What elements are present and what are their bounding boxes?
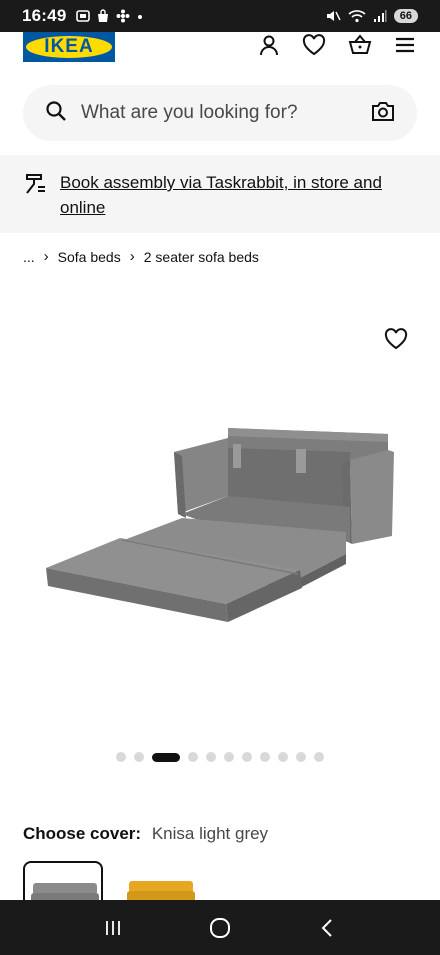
gallery-dot[interactable]: [188, 752, 198, 762]
gallery-dot[interactable]: [296, 752, 306, 762]
gallery-dot[interactable]: [278, 752, 288, 762]
gallery-dot[interactable]: [224, 752, 234, 762]
screenshot-icon: [76, 10, 91, 22]
breadcrumb-sofa-beds[interactable]: Sofa beds: [58, 249, 121, 265]
ikea-logo[interactable]: IKEA: [23, 32, 115, 62]
sofa-bed-image: [46, 428, 394, 622]
cover-value: Knisa light grey: [151, 824, 269, 843]
gallery-dot[interactable]: [206, 752, 216, 762]
basket-icon[interactable]: [348, 34, 372, 56]
search-bar[interactable]: What are you looking for?: [23, 85, 417, 141]
product-image-gallery[interactable]: [0, 292, 440, 732]
flower-icon: [116, 9, 130, 23]
gallery-dot-active[interactable]: [152, 752, 180, 762]
status-right-icons: 66: [325, 9, 418, 23]
system-nav-bar: [0, 900, 440, 955]
back-icon[interactable]: [307, 908, 347, 948]
camera-search-icon[interactable]: [371, 100, 395, 127]
shopping-bag-icon: [98, 9, 109, 22]
gallery-dot[interactable]: [242, 752, 252, 762]
menu-icon[interactable]: [394, 35, 416, 55]
wifi-icon: [348, 10, 366, 23]
home-icon[interactable]: [200, 908, 240, 948]
assembly-link[interactable]: Book assembly via Taskrabbit, in store a…: [60, 170, 390, 233]
recent-apps-icon[interactable]: [93, 908, 133, 948]
gallery-dot[interactable]: [314, 752, 324, 762]
cover-label: Choose cover:: [23, 824, 142, 843]
chevron-right-icon: ›: [43, 248, 49, 265]
search-icon: [45, 100, 67, 127]
battery-level: 66: [393, 9, 418, 23]
profile-icon[interactable]: [258, 34, 280, 56]
notification-dot-icon: [138, 15, 143, 19]
status-left-icons: [76, 9, 144, 23]
chevron-right-icon: ›: [129, 248, 135, 265]
gallery-dot[interactable]: [116, 752, 126, 762]
assembly-tool-icon: [24, 172, 48, 233]
gallery-pagination: [0, 752, 440, 762]
status-bar: 16:49 66: [0, 0, 440, 32]
mute-icon: [326, 11, 341, 21]
gallery-dot[interactable]: [260, 752, 270, 762]
site-header: IKEA: [0, 32, 440, 78]
logo-text: IKEA: [26, 36, 112, 58]
breadcrumb: ... › Sofa beds › 2 seater sofa beds: [23, 248, 259, 265]
gallery-dot[interactable]: [134, 752, 144, 762]
signal-icon: [373, 10, 387, 22]
cover-selector: Choose cover: Knisa light grey: [23, 824, 268, 844]
breadcrumb-ellipsis[interactable]: ...: [23, 249, 35, 265]
status-time: 16:49: [22, 6, 67, 25]
search-input[interactable]: What are you looking for?: [81, 102, 371, 124]
breadcrumb-2-seater[interactable]: 2 seater sofa beds: [144, 249, 259, 265]
heart-icon[interactable]: [302, 34, 326, 56]
header-actions: [258, 32, 416, 58]
assembly-banner[interactable]: Book assembly via Taskrabbit, in store a…: [0, 155, 440, 233]
favourite-heart-icon[interactable]: [384, 328, 408, 352]
